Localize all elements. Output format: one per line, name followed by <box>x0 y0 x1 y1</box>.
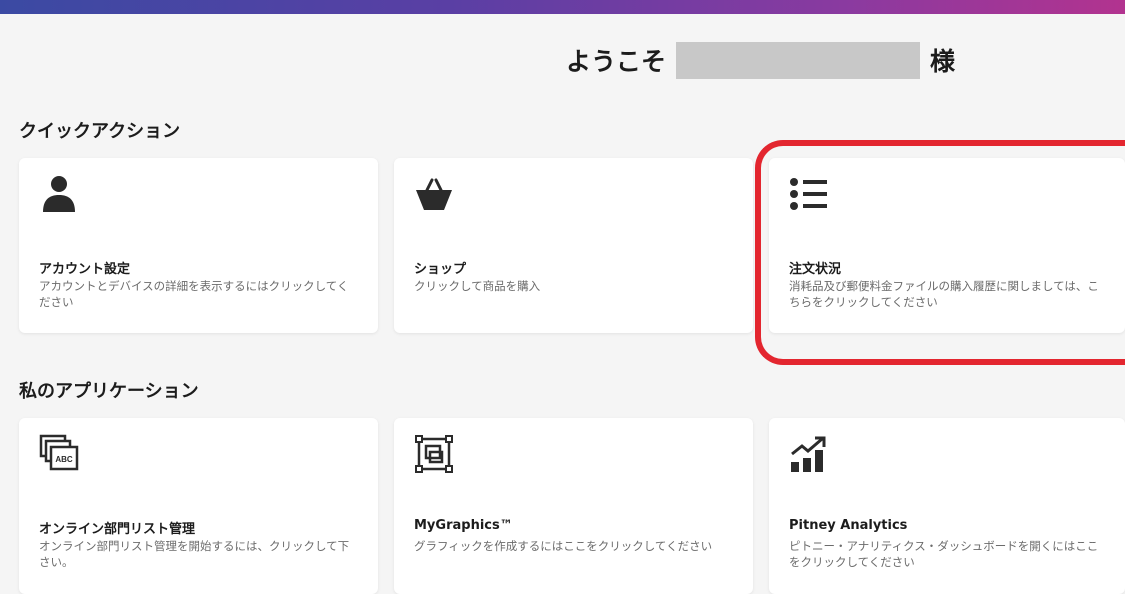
card-title: MyGraphics™ <box>414 518 513 533</box>
card-title: アカウント設定 <box>39 262 131 277</box>
card-title: ショップ <box>414 262 467 277</box>
order-status-card[interactable]: 注文状況 消耗品及び郵便料金ファイルの購入履歴に関しましては、こちらをクリックし… <box>769 158 1125 333</box>
dept-list-card[interactable]: ABC オンライン部門リスト管理 オンライン部門リスト管理を開始するには、クリッ… <box>19 418 378 594</box>
mygraphics-card[interactable]: MyGraphics™ グラフィックを作成するにはここをクリックしてください <box>394 418 753 594</box>
basket-icon <box>414 174 454 214</box>
person-icon <box>39 174 79 214</box>
welcome-prefix: ようこそ <box>566 47 667 76</box>
svg-text:ABC: ABC <box>55 455 73 464</box>
welcome-suffix: 様 <box>930 47 956 76</box>
card-description: アカウントとデバイスの詳細を表示するにはクリックしてください <box>39 279 349 309</box>
shop-card[interactable]: ショップ クリックして商品を購入 <box>394 158 753 333</box>
card-title: オンライン部門リスト管理 <box>39 522 196 537</box>
my-applications-title: 私のアプリケーション <box>19 381 199 402</box>
analytics-chart-icon <box>789 434 829 474</box>
card-title: 注文状況 <box>789 262 842 277</box>
card-description: 消耗品及び郵便料金ファイルの購入履歴に関しましては、こちらをクリックしてください <box>789 279 1099 309</box>
top-gradient-bar <box>0 0 1125 14</box>
account-settings-card[interactable]: アカウント設定 アカウントとデバイスの詳細を表示するにはクリックしてください <box>19 158 378 333</box>
card-description: オンライン部門リスト管理を開始するには、クリックして下さい。 <box>39 539 350 569</box>
graphics-frame-icon <box>414 434 454 474</box>
card-description: クリックして商品を購入 <box>414 279 541 293</box>
welcome-heading: ようこそ 様 <box>566 40 955 80</box>
card-description: グラフィックを作成するにはここをクリックしてください <box>414 539 713 553</box>
quick-actions-title: クイックアクション <box>19 121 181 142</box>
card-title: Pitney Analytics <box>789 518 908 533</box>
pitney-analytics-card[interactable]: Pitney Analytics ピトニー・アナリティクス・ダッシュボードを開く… <box>769 418 1125 594</box>
card-description: ピトニー・アナリティクス・ダッシュボードを開くにはここをクリックしてください <box>789 539 1099 569</box>
list-icon <box>789 174 829 214</box>
abc-cards-icon: ABC <box>39 434 79 474</box>
redacted-user-name <box>676 41 921 79</box>
